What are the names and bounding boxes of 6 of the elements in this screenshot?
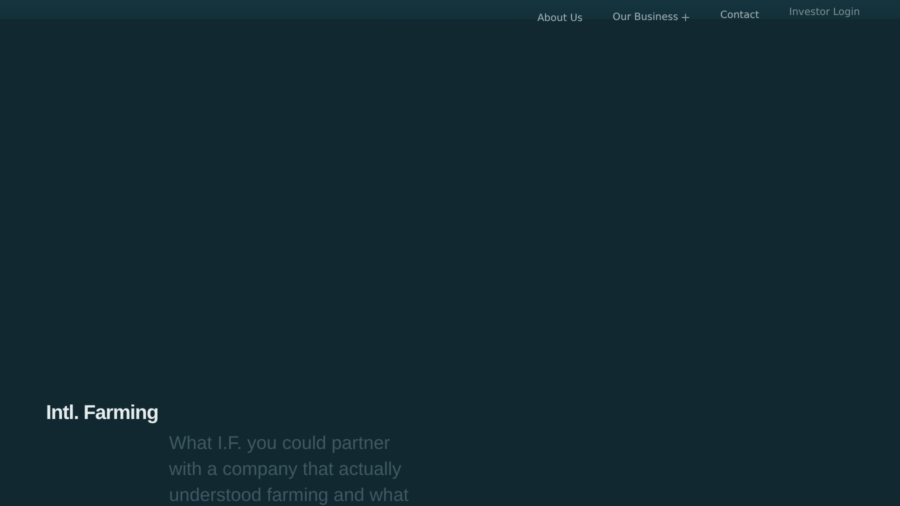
nav-link[interactable]: Our Business	[612, 12, 690, 23]
plus-icon	[681, 13, 690, 22]
nav-link[interactable]: Contact	[720, 10, 760, 21]
brand-name: Intl. Farming	[46, 401, 160, 426]
nav-link[interactable]: About Us	[537, 13, 583, 24]
nav-link[interactable]: Investor Login	[789, 7, 860, 18]
